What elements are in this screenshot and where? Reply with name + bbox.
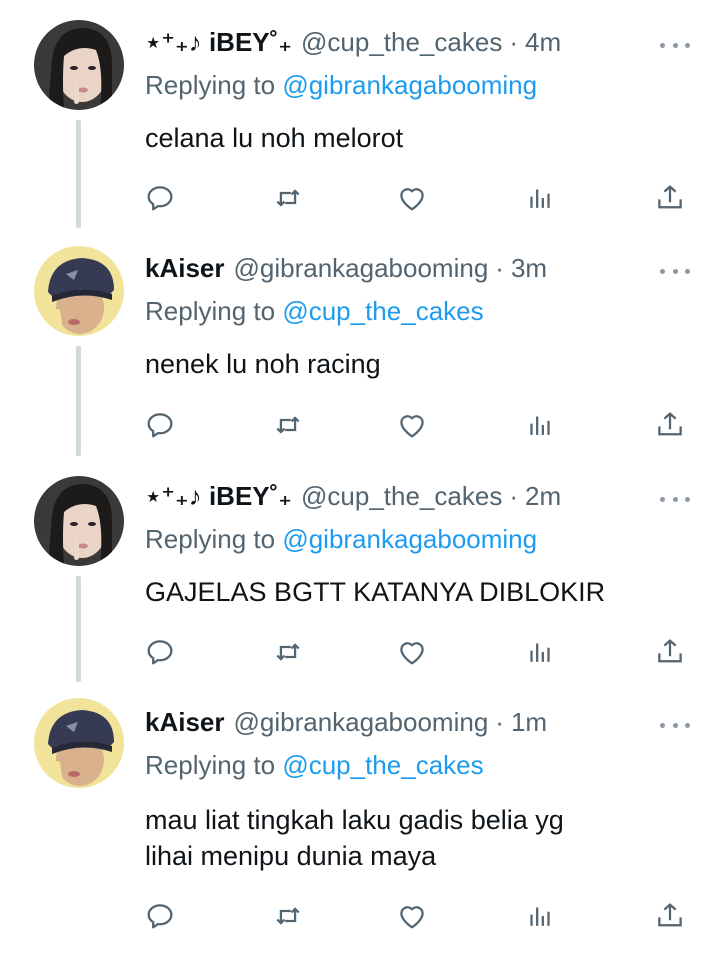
share-icon <box>658 639 682 663</box>
tweet-text: celana lu noh melorot <box>145 123 404 153</box>
avatar[interactable] <box>34 246 124 336</box>
tweet-text: nenek lu noh racing <box>145 349 381 379</box>
retweet-icon <box>276 416 300 434</box>
retweet-button[interactable] <box>268 632 308 672</box>
reply-button[interactable] <box>140 405 180 445</box>
reply-icon <box>147 413 173 438</box>
separator-dot: · <box>509 26 518 57</box>
tweet-thread: ⋆⁺₊♪ iBEY˚₊ @cup_the_cakes · 4m Replying… <box>0 0 720 953</box>
tweet[interactable]: ⋆⁺₊♪ iBEY˚₊ @cup_the_cakes · 2m Replying… <box>0 456 720 684</box>
user-handle[interactable]: @cup_the_cakes <box>301 27 502 58</box>
retweet-button[interactable] <box>268 178 308 218</box>
reply-icon <box>147 640 173 665</box>
avatar[interactable] <box>34 476 124 566</box>
more-icon[interactable] <box>660 40 690 50</box>
views-icon <box>530 907 550 926</box>
views-button[interactable] <box>520 405 560 445</box>
replying-to: Replying to @cup_the_cakes <box>145 296 484 327</box>
reply-button[interactable] <box>140 178 180 218</box>
user-handle[interactable]: @cup_the_cakes <box>301 481 502 512</box>
avatar[interactable] <box>34 20 124 110</box>
heart-icon <box>400 906 424 929</box>
reply-icon <box>147 904 173 929</box>
display-name[interactable]: ⋆⁺₊♪ iBEY˚₊ <box>145 481 292 512</box>
like-button[interactable] <box>392 632 432 672</box>
more-icon[interactable] <box>660 720 690 730</box>
more-icon[interactable] <box>660 494 690 504</box>
tweet-text: mau liat tingkah laku gadis belia yg lih… <box>145 805 564 871</box>
display-name[interactable]: ⋆⁺₊♪ iBEY˚₊ <box>145 27 292 58</box>
tweet[interactable]: kAiser @gibrankagabooming · 1m Replying … <box>0 684 720 953</box>
mention-link[interactable]: @gibrankagabooming <box>282 524 537 554</box>
display-name[interactable]: kAiser <box>145 253 225 284</box>
retweet-button[interactable] <box>268 405 308 445</box>
share-button[interactable] <box>650 896 690 936</box>
avatar[interactable] <box>34 698 124 788</box>
retweet-icon <box>276 189 300 207</box>
timestamp[interactable]: 4m <box>525 27 561 58</box>
timestamp[interactable]: 2m <box>525 481 561 512</box>
tweet-header: ⋆⁺₊♪ iBEY˚₊ @cup_the_cakes · 4m <box>145 24 680 60</box>
mention-link[interactable]: @gibrankagabooming <box>282 70 537 100</box>
heart-icon <box>400 642 424 665</box>
share-button[interactable] <box>650 632 690 672</box>
views-button[interactable] <box>520 896 560 936</box>
retweet-icon <box>276 907 300 925</box>
tweet-text: GAJELAS BGTT KATANYA DIBLOKIR <box>145 577 606 607</box>
views-icon <box>530 189 550 208</box>
share-button[interactable] <box>650 178 690 218</box>
replying-prefix: Replying to <box>145 524 276 554</box>
retweet-button[interactable] <box>268 896 308 936</box>
replying-to: Replying to @gibrankagabooming <box>145 70 537 101</box>
separator-dot: · <box>495 252 504 283</box>
user-handle[interactable]: @gibrankagabooming <box>234 253 489 284</box>
tweet-header: kAiser @gibrankagabooming · 1m <box>145 704 680 740</box>
share-icon <box>658 412 682 436</box>
user-handle[interactable]: @gibrankagabooming <box>234 707 489 738</box>
tweet-actions <box>0 405 720 445</box>
tweet[interactable]: kAiser @gibrankagabooming · 3m Replying … <box>0 228 720 456</box>
reply-button[interactable] <box>140 632 180 672</box>
tweet-actions <box>0 896 720 936</box>
heart-icon <box>400 188 424 211</box>
mention-link[interactable]: @cup_the_cakes <box>282 750 483 780</box>
views-button[interactable] <box>520 632 560 672</box>
separator-dot: · <box>495 706 504 737</box>
reply-icon <box>147 186 173 211</box>
mention-link[interactable]: @cup_the_cakes <box>282 296 483 326</box>
timestamp[interactable]: 3m <box>511 253 547 284</box>
replying-to: Replying to @gibrankagabooming <box>145 524 537 555</box>
timestamp[interactable]: 1m <box>511 707 547 738</box>
views-icon <box>530 416 550 435</box>
separator-dot: · <box>509 480 518 511</box>
share-icon <box>658 903 682 927</box>
reply-button[interactable] <box>140 896 180 936</box>
like-button[interactable] <box>392 405 432 445</box>
share-button[interactable] <box>650 405 690 445</box>
views-button[interactable] <box>520 178 560 218</box>
tweet-header: kAiser @gibrankagabooming · 3m <box>145 250 680 286</box>
tweet-actions <box>0 178 720 218</box>
share-icon <box>658 185 682 209</box>
tweet-actions <box>0 632 720 672</box>
views-icon <box>530 643 550 662</box>
replying-prefix: Replying to <box>145 750 276 780</box>
heart-icon <box>400 415 424 438</box>
like-button[interactable] <box>392 896 432 936</box>
more-icon[interactable] <box>660 266 690 276</box>
retweet-icon <box>276 643 300 661</box>
tweet-header: ⋆⁺₊♪ iBEY˚₊ @cup_the_cakes · 2m <box>145 478 680 514</box>
display-name[interactable]: kAiser <box>145 707 225 738</box>
like-button[interactable] <box>392 178 432 218</box>
replying-prefix: Replying to <box>145 70 276 100</box>
replying-prefix: Replying to <box>145 296 276 326</box>
replying-to: Replying to @cup_the_cakes <box>145 750 484 781</box>
tweet[interactable]: ⋆⁺₊♪ iBEY˚₊ @cup_the_cakes · 4m Replying… <box>0 0 720 228</box>
